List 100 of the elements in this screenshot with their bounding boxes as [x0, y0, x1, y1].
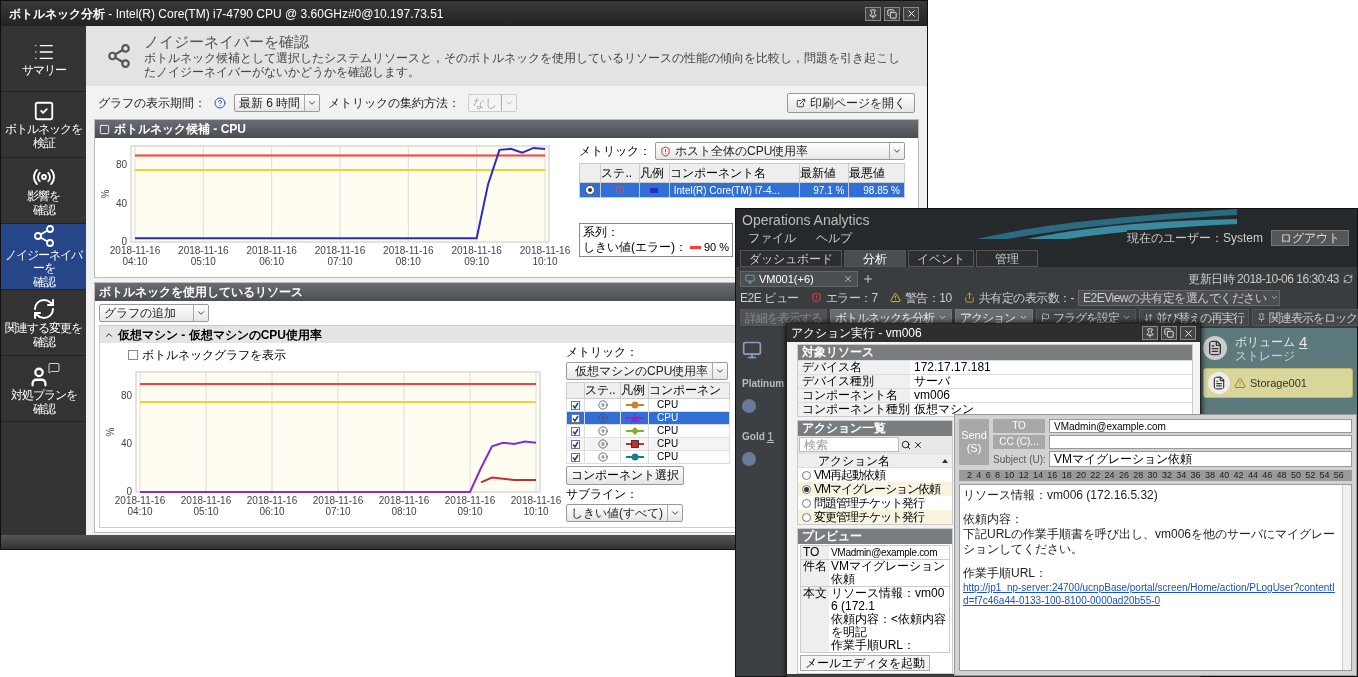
subline-dropdown[interactable]: しきい値(すべて): [566, 504, 683, 522]
sidebar-label: 確認: [32, 276, 55, 289]
component-select-button[interactable]: コンポーネント選択: [566, 466, 684, 485]
ruler-number: 18: [1061, 471, 1072, 480]
axis-label: 2018-11-16 10:10: [510, 495, 562, 517]
pin-button[interactable]: [1142, 326, 1158, 340]
print-button[interactable]: 印刷ページを開く: [787, 92, 915, 113]
ruler-number: 12: [1018, 471, 1029, 480]
shared-dropdown[interactable]: E2EViewの共有定を選んでください: [1078, 289, 1281, 306]
tab[interactable]: イベント: [908, 250, 974, 267]
close-button[interactable]: [1180, 326, 1196, 340]
restore-button[interactable]: [884, 6, 900, 21]
field-label: デバイス名: [798, 361, 910, 374]
period-dropdown[interactable]: 最新 6 時間: [234, 93, 321, 112]
view-label: E2E ビュー: [740, 289, 799, 307]
body-text: 下記URLの作業手順書を呼び出し、vm006を他のサーバにマイグレーションしてください。: [963, 527, 1337, 557]
radio-button[interactable]: [802, 484, 811, 494]
launch-editor-button[interactable]: メールエディタを起動: [800, 655, 930, 671]
link[interactable]: http://jp1_np-server:24700/ucnpBase/portal/screen/Home/action/PLogUser?contentId=f7c46a44-0133-100-8100-0000ad20b55-0: [963, 581, 1339, 607]
checkbox[interactable]: [571, 453, 580, 463]
refresh-icon[interactable]: [1343, 274, 1353, 284]
restore-button[interactable]: [1161, 326, 1177, 340]
metric-dropdown[interactable]: 仮想マシンのCPU使用率: [566, 362, 728, 380]
axis-label: 2018-11-16 08:10: [378, 495, 430, 517]
action-item[interactable]: VMマイグレーション依頼: [798, 482, 952, 496]
storage-card[interactable]: Storage001: [1203, 368, 1353, 398]
search-icon[interactable]: [901, 439, 911, 450]
subject-field[interactable]: VMマイグレーション依頼: [1049, 451, 1352, 467]
radio-button[interactable]: [802, 470, 811, 480]
cc-field[interactable]: [1049, 435, 1352, 449]
external-link-icon: [796, 97, 806, 108]
ruler-number: 46: [1262, 471, 1273, 480]
checkbox[interactable]: [571, 427, 580, 437]
ruler-number: 40: [1219, 471, 1230, 480]
axis-label: 2018-11-16 09:10: [451, 245, 502, 267]
radio-button[interactable]: [802, 498, 811, 508]
to-field[interactable]: VMadmin@example.com: [1049, 419, 1352, 433]
field-value: VMマイグレーション依頼: [830, 560, 946, 586]
caret-icon: [715, 366, 726, 376]
axis-title: %: [100, 189, 111, 199]
search-field[interactable]: 検索: [799, 437, 899, 452]
ruler-number: 16: [1047, 471, 1058, 480]
volume-icon: [1203, 336, 1227, 360]
radio-icon: [585, 185, 596, 196]
metric-dropdown[interactable]: ホスト全体のCPU使用率: [655, 142, 905, 160]
ruler-number: 34: [1176, 471, 1187, 480]
pin-button[interactable]: [865, 6, 881, 21]
tab[interactable]: 管理: [976, 250, 1038, 267]
checkbox[interactable]: [571, 440, 580, 450]
help-icon[interactable]: [214, 96, 226, 109]
ruler-number: 38: [1204, 471, 1215, 480]
collapse-icon[interactable]: [99, 123, 110, 135]
radio-button[interactable]: [802, 512, 811, 522]
add-graph-dropdown[interactable]: グラフの追加: [99, 304, 209, 322]
ruler-number: 20: [1075, 471, 1086, 480]
clear-icon[interactable]: [913, 439, 923, 450]
updated-time: 更新日時 2018-10-06 16:30:43: [1188, 271, 1339, 288]
action-item[interactable]: 変更管理チケット発行: [798, 510, 952, 524]
field-value: VMadmin@example.com: [830, 546, 938, 559]
logout-button[interactable]: ログアウト: [1271, 230, 1349, 246]
sidebar-label: ボトルネックを: [5, 122, 82, 136]
current-user: 現在のユーザー：System: [1127, 231, 1263, 245]
tab[interactable]: ダッシュボード: [740, 250, 842, 267]
period-label: グラフの表示期間：: [98, 94, 206, 112]
menu-item[interactable]: ヘルプ: [816, 231, 852, 245]
sidebar-label: 検証: [32, 136, 55, 150]
ruler-number: 8: [995, 471, 1000, 480]
panel-title: ボトルネック候補 - CPU: [114, 121, 246, 138]
add-tab-icon[interactable]: [862, 273, 874, 285]
pause-icon: [597, 452, 608, 463]
field-value: 172.17.17.181: [913, 361, 991, 374]
pause-icon: [597, 400, 608, 411]
sidebar-label: 関連する変更を: [5, 321, 82, 335]
tab[interactable]: 分析: [844, 250, 906, 267]
menu-item[interactable]: ファイル: [748, 231, 796, 245]
section-header: 対象リソース: [798, 345, 1192, 360]
sidebar-label: 対処プランを: [10, 388, 77, 402]
checkbox[interactable]: [128, 350, 138, 360]
legend-title: 系列：: [583, 225, 619, 240]
axis-label: 0: [126, 486, 132, 497]
table-cell: 97.1 %: [813, 184, 845, 196]
field-label: コンポーネント名: [798, 389, 910, 402]
preview-text: 依頼内容：<依頼内容を明記: [831, 613, 947, 639]
document-tab[interactable]: VM001(+6): [740, 271, 858, 287]
checkbox[interactable]: [571, 401, 580, 411]
subpanel-title: 仮想マシン - 仮想マシンのCPU使用率: [118, 326, 322, 344]
caret-icon: [1122, 313, 1131, 322]
legend-label: しきい値(エラー)：: [583, 240, 687, 255]
ruler-number: 52: [1305, 471, 1316, 480]
ruler-number: 24: [1104, 471, 1115, 480]
error-icon: [615, 185, 626, 196]
ruler-number: 56: [1333, 471, 1344, 480]
toolbar-button[interactable]: 関連表示をロック: [1252, 309, 1358, 326]
axis-label: 2018-11-16 06:10: [246, 495, 298, 517]
axis-label: 2018-11-16 05:10: [180, 495, 232, 517]
close-button[interactable]: [903, 6, 919, 21]
close-icon[interactable]: [843, 274, 853, 284]
close-icon: [1182, 327, 1194, 339]
sidebar-item[interactable]: ノイジーネイバーを 確認: [1, 224, 86, 290]
checkbox[interactable]: [571, 414, 580, 424]
